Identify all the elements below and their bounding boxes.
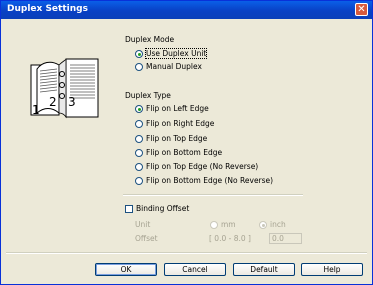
duplex-preview-image: 1 2 3 bbox=[30, 58, 99, 119]
radio-button[interactable] bbox=[259, 221, 267, 229]
radio-label[interactable]: inch bbox=[270, 220, 286, 229]
radio-label[interactable]: Flip on Top Edge (No Reverse) bbox=[146, 162, 258, 171]
radio-label[interactable]: mm bbox=[221, 220, 236, 229]
close-icon[interactable]: ✕ bbox=[355, 3, 368, 16]
radio-button[interactable] bbox=[135, 135, 143, 143]
radio-button[interactable] bbox=[135, 149, 143, 157]
radio-label[interactable]: Flip on Bottom Edge bbox=[146, 148, 222, 157]
duplex-mode-heading: Duplex Mode bbox=[125, 35, 175, 44]
button-separator bbox=[6, 252, 367, 254]
radio-button[interactable] bbox=[135, 163, 143, 171]
title-bar[interactable]: Duplex Settings ✕ bbox=[1, 1, 372, 19]
offset-label: Offset bbox=[135, 234, 158, 243]
radio-button[interactable] bbox=[135, 105, 143, 113]
radio-button[interactable] bbox=[210, 221, 218, 229]
preview-page-2: 2 bbox=[49, 95, 57, 109]
cancel-button[interactable]: Cancel bbox=[164, 263, 226, 276]
default-button[interactable]: Default bbox=[233, 263, 295, 276]
separator bbox=[123, 194, 303, 196]
radio-button[interactable] bbox=[135, 120, 143, 128]
preview-page-1: 1 bbox=[32, 103, 40, 117]
ok-button[interactable]: OK bbox=[95, 263, 157, 276]
help-button[interactable]: Help bbox=[301, 263, 363, 276]
radio-label[interactable]: Manual Duplex bbox=[146, 62, 202, 71]
radio-label[interactable]: Flip on Bottom Edge (No Reverse) bbox=[146, 176, 273, 185]
checkbox[interactable] bbox=[125, 205, 133, 213]
offset-range: [ 0.0 - 8.0 ] bbox=[209, 234, 251, 243]
duplex-settings-dialog: Duplex Settings ✕ 1 2 3 Duplex Mode Use … bbox=[0, 0, 373, 285]
preview-page-3: 3 bbox=[68, 95, 76, 109]
radio-label[interactable]: Flip on Top Edge bbox=[146, 134, 207, 143]
checkbox-label[interactable]: Binding Offset bbox=[136, 204, 189, 213]
radio-label[interactable]: Use Duplex Unit bbox=[144, 48, 208, 59]
dialog-title: Duplex Settings bbox=[7, 4, 88, 14]
radio-button[interactable] bbox=[135, 177, 143, 185]
radio-button[interactable] bbox=[135, 50, 143, 58]
radio-button[interactable] bbox=[135, 63, 143, 71]
duplex-type-heading: Duplex Type bbox=[125, 91, 171, 100]
unit-label: Unit bbox=[135, 220, 151, 229]
radio-label[interactable]: Flip on Right Edge bbox=[146, 119, 214, 128]
radio-label[interactable]: Flip on Left Edge bbox=[146, 104, 209, 113]
offset-input[interactable]: 0.0 bbox=[269, 233, 302, 244]
